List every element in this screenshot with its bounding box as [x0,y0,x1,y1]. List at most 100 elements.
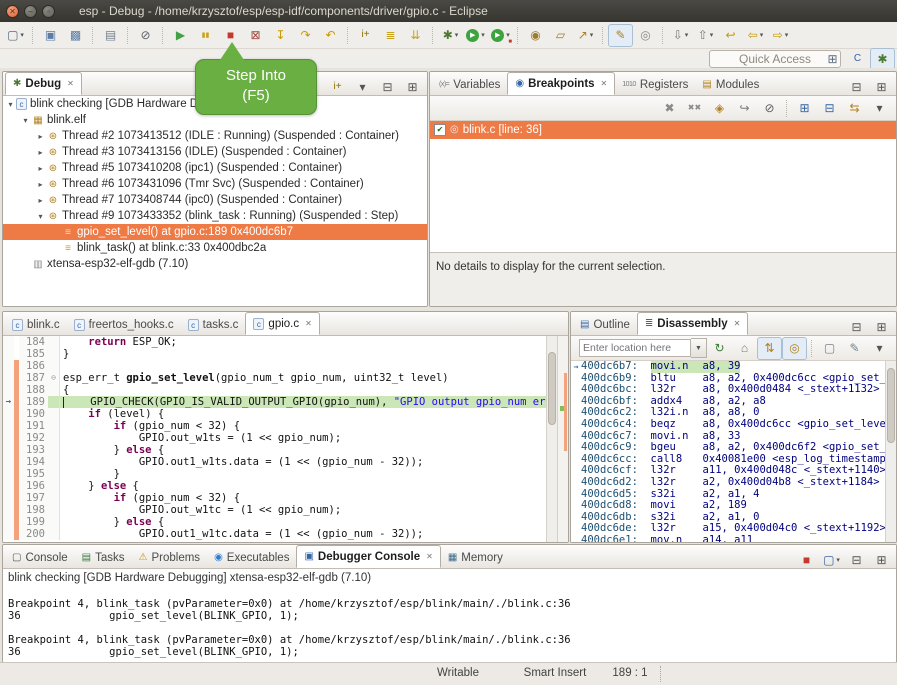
code-line[interactable]: 190 if (level) { [3,408,568,420]
tab-disassembly[interactable]: ≣Disassembly✕ [637,312,748,335]
debug-tree-item[interactable]: ▸⊛Thread #7 1073408744 (ipc0) (Suspended… [3,192,427,208]
expand-all-button[interactable]: ⊞ [792,97,817,120]
breakpoints-list[interactable]: ✔ ◎ blink.c [line: 36] [430,121,896,252]
console-output[interactable]: blink checking [GDB Hardware Debugging] … [3,569,896,662]
tree-twistie-icon[interactable]: ▸ [35,164,46,173]
terminate-console-button[interactable]: ■ [794,548,819,571]
drop-to-frame-button[interactable]: ⇊ [403,24,428,47]
last-edit-location-button[interactable]: ↩ [718,24,743,47]
code-line[interactable]: 199 } else { [3,516,568,528]
save-button[interactable]: ▣ [38,24,63,47]
editor-vertical-scrollbar[interactable] [546,336,557,542]
fold-marker-icon[interactable]: ⊖ [48,372,60,384]
overview-annotation-changes[interactable] [564,373,567,451]
disassembly-line[interactable]: 400dc6e1: mov.na14, a11 [571,535,896,542]
code-line[interactable]: 192 GPIO.out_w1ts = (1 << gpio_num); [3,432,568,444]
refresh-button[interactable]: ↻ [707,337,732,360]
tab-problems[interactable]: ⚠Problems [132,547,208,568]
tab-outline[interactable]: ▤Outline [573,314,637,335]
debug-tree-item[interactable]: ▸⊛Thread #6 1073431096 (Tmr Svc) (Suspen… [3,176,427,192]
remove-all-breakpoints-button[interactable]: ✖✖ [682,97,707,120]
code-line[interactable]: 195 } [3,468,568,480]
tree-twistie-icon[interactable]: ▾ [35,212,46,221]
remove-breakpoint-button[interactable]: ✖ [657,97,682,120]
tab-tasks[interactable]: ▤Tasks [75,547,132,568]
view-menu-button[interactable]: ▾ [867,337,892,360]
close-tab-icon[interactable]: ✕ [601,79,608,88]
show-annotations-button[interactable]: ◎ [633,24,658,47]
minimize-button[interactable]: ⊟ [844,315,869,338]
go-to-file-button[interactable]: ↪ [732,97,757,120]
debug-tree-item[interactable]: ▸⊛Thread #5 1073410208 (ipc1) (Suspended… [3,160,427,176]
tab-blink-c[interactable]: cblink.c [5,314,67,335]
back-button[interactable]: ⇦▾ [743,24,768,47]
tab-debug[interactable]: ✱Debug✕ [5,72,82,95]
close-tab-icon[interactable]: ✕ [734,319,741,328]
code-line[interactable]: 197 if (gpio_num < 32) { [3,492,568,504]
sync-active-context-toggle[interactable]: ⇅ [757,337,782,360]
tab-debugger-console[interactable]: ▣Debugger Console✕ [296,545,440,568]
location-input[interactable] [579,339,691,357]
tree-twistie-icon[interactable]: ▾ [5,100,16,109]
code-line[interactable]: 191 if (gpio_num < 32) { [3,420,568,432]
tab-breakpoints[interactable]: ◉Breakpoints✕ [507,72,615,95]
tree-twistie-icon[interactable]: ▾ [20,116,31,125]
tree-twistie-icon[interactable]: ▸ [35,132,46,141]
debug-tree-item[interactable]: ▾⊛Thread #9 1073433352 (blink_task : Run… [3,208,427,224]
open-type-button[interactable]: ◉ [523,24,548,47]
tree-twistie-icon[interactable]: ▸ [35,180,46,189]
view-menu-button[interactable]: ▾ [350,75,375,98]
code-line[interactable]: 194 GPIO.out1_w1ts.data = (1 << (gpio_nu… [3,456,568,468]
debug-tree-item[interactable]: ▸⊛Thread #2 1073413512 (IDLE : Running) … [3,128,427,144]
code-line[interactable]: 186 [3,360,568,372]
run-button[interactable]: ▶▾ [463,24,488,47]
skip-all-breakpoints-button[interactable]: ⊘ [133,24,158,47]
maximize-button[interactable]: ⊞ [400,75,425,98]
debug-tree-item[interactable]: ≡blink_task() at blink.c:33 0x400dbc2a [3,240,427,256]
tab-freertos-hooks-c[interactable]: cfreertos_hooks.c [67,314,181,335]
link-with-debug-button[interactable]: ⇆ [842,97,867,120]
previous-annotation-button[interactable]: ⇧▾ [693,24,718,47]
debug-button[interactable]: ✱▾ [438,24,463,47]
view-menu-button[interactable]: ▾ [867,97,892,120]
debug-tree-item[interactable]: ▸⊛Thread #3 1073413156 (IDLE) (Suspended… [3,144,427,160]
maximize-button[interactable]: ⊞ [869,75,894,98]
code-line[interactable]: 193 } else { [3,444,568,456]
code-line[interactable]: 198 GPIO.out_w1tc = (1 << gpio_num); [3,504,568,516]
save-as-button[interactable]: ▤ [98,24,123,47]
tree-twistie-icon[interactable]: ▸ [35,196,46,205]
tab-tasks-c[interactable]: ctasks.c [181,314,246,335]
code-editor[interactable]: 184 return ESP_OK;185}186 187⊖esp_err_t … [3,336,568,542]
mark-occurrences-button[interactable]: ✎ [608,24,633,47]
code-line[interactable]: 188{ [3,384,568,396]
code-line[interactable]: →189 GPIO_CHECK(GPIO_IS_VALID_OUTPUT_GPI… [3,396,568,408]
step-into-button[interactable]: ↧ [268,24,293,47]
location-dropdown-icon[interactable]: ▼ [691,338,707,358]
use-step-filters-button[interactable]: ≣ [378,24,403,47]
window-maximize-icon[interactable]: ▫ [42,5,55,18]
code-line[interactable]: 200 GPIO.out1_w1tc.data = (1 << (gpio_nu… [3,528,568,540]
open-resource-button[interactable]: ▱ [548,24,573,47]
code-line[interactable]: 196 } else { [3,480,568,492]
minimize-button[interactable]: ⊟ [844,548,869,571]
new-wizard-button[interactable]: ▢▾ [3,24,28,47]
tab-registers[interactable]: 1010Registers [615,74,695,95]
window-close-icon[interactable]: ✕ [6,5,19,18]
maximize-button[interactable]: ⊞ [869,315,894,338]
close-tab-icon[interactable]: ✕ [305,319,312,328]
code-line[interactable]: 185} [3,348,568,360]
minimize-button[interactable]: ⊟ [844,75,869,98]
debug-tree[interactable]: ▾cblink checking [GDB Hardware Debugging… [3,96,427,306]
new-view-button[interactable]: ▢ [817,337,842,360]
close-tab-icon[interactable]: ✕ [426,552,433,561]
disassembly-scrollbar[interactable] [885,361,896,542]
disassembly-listing[interactable]: →400dc6b7: movi.na8, 39400dc6b9: bltua8,… [571,361,896,542]
tab-variables[interactable]: (x)=Variables [432,74,507,95]
debug-tree-item[interactable]: ▥xtensa-esp32-elf-gdb (7.10) [3,256,427,272]
external-tools-button[interactable]: ▶■▾ [488,24,513,47]
window-minimize-icon[interactable]: – [24,5,37,18]
tab-memory[interactable]: ▦Memory [441,547,510,568]
suspend-button[interactable]: ▮▮ [193,24,218,47]
code-line[interactable]: 184 return ESP_OK; [3,336,568,348]
save-all-button[interactable]: ▩ [63,24,88,47]
